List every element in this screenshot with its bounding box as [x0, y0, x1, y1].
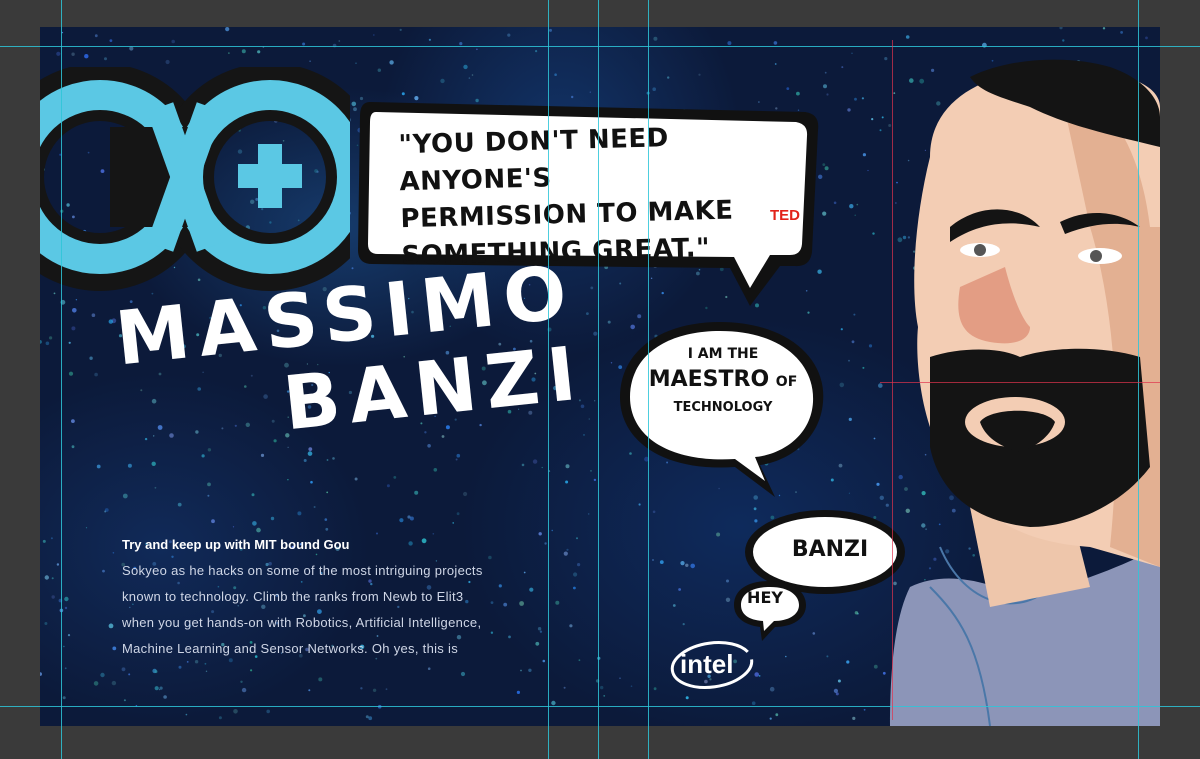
blurb-line: known to technology. Climb the ranks fro…	[122, 589, 464, 604]
hey-bubble-text: HEY	[747, 588, 783, 607]
artboard: "YOU DON'T NEED ANYONE'S PERMISSION TO M…	[40, 27, 1160, 726]
blurb-lead: Try and keep up with MIT bound Gou	[122, 537, 350, 552]
guide-horizontal	[0, 706, 1200, 707]
intel-text: intel	[680, 649, 733, 679]
guide-red-vertical	[892, 40, 893, 720]
guide-vertical	[598, 0, 599, 759]
intel-logo: intel	[668, 637, 758, 695]
blurb-line: when you get hands-on with Robotics, Art…	[122, 615, 482, 630]
guide-red-horizontal	[880, 382, 1160, 383]
blurb: Try and keep up with MIT bound Gou Sokye…	[122, 537, 522, 662]
quote-line: "YOU DON'T NEED ANYONE'S	[398, 123, 670, 198]
guide-vertical	[1138, 0, 1139, 759]
guide-horizontal	[0, 46, 1200, 47]
ted-logo: TED	[770, 207, 800, 224]
maestro-emphasis: MAESTRO	[648, 367, 770, 392]
blurb-line: Machine Learning and Sensor Networks. Oh…	[122, 641, 458, 656]
blurb-line: Sokyeo as he hacks on some of the most i…	[122, 563, 483, 578]
maestro-line-3: TECHNOLOGY	[673, 400, 773, 415]
maestro-line-1: I AM THE	[687, 346, 759, 362]
quote-text: "YOU DON'T NEED ANYONE'S PERMISSION TO M…	[398, 117, 802, 275]
guide-vertical	[548, 0, 549, 759]
maestro-line-2: MAESTRO OF	[618, 367, 828, 392]
maestro-suffix: OF	[775, 374, 798, 390]
guide-vertical	[61, 0, 62, 759]
guide-vertical	[648, 0, 649, 759]
portrait-illustration	[890, 59, 1160, 726]
